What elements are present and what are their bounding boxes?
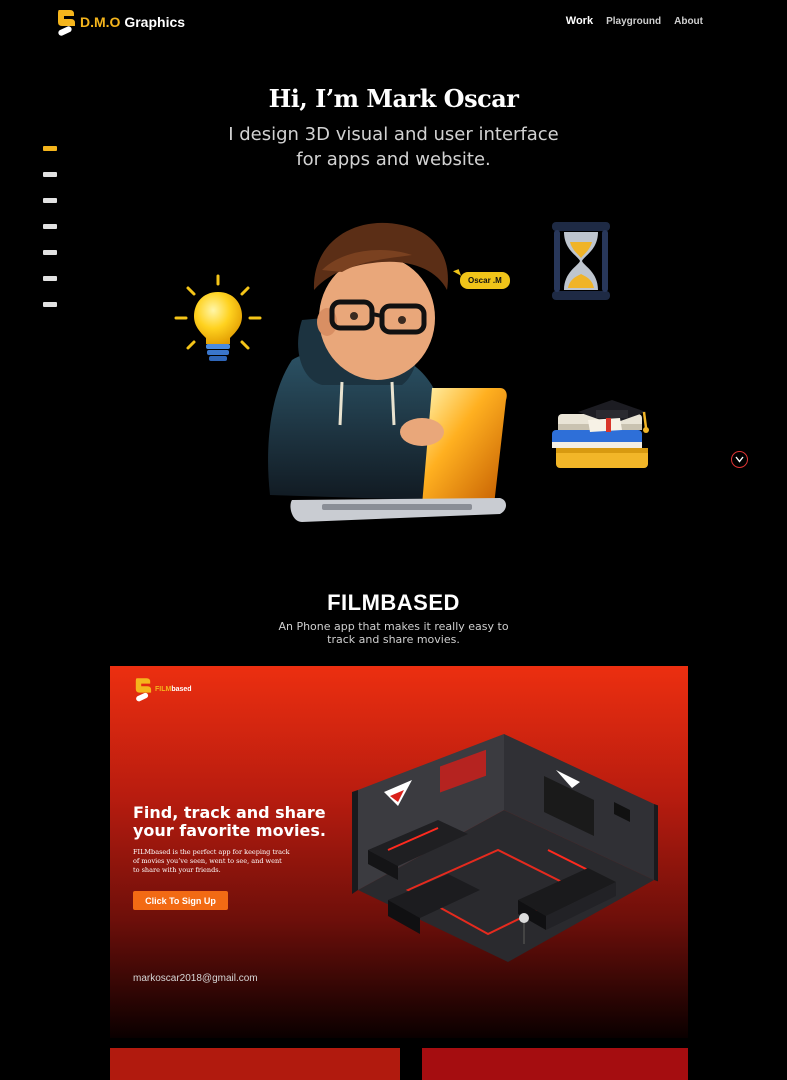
- scroll-down-button[interactable]: [731, 451, 748, 468]
- character-illustration: [268, 222, 507, 522]
- graduation-books-icon: [552, 400, 649, 468]
- card-brand-rest: based: [171, 685, 192, 693]
- section-indicator: [43, 146, 57, 307]
- top-nav: D.M.O Graphics Work Playground About: [0, 0, 787, 46]
- card-body-line2: of movies you’ve seen, went to see, and …: [133, 857, 282, 865]
- card-heading-line1: Find, track and share: [133, 803, 326, 822]
- brand-logo[interactable]: D.M.O Graphics: [56, 8, 185, 36]
- card-brand-name: FILMbased: [155, 686, 192, 693]
- sign-up-button[interactable]: Click To Sign Up: [133, 891, 228, 910]
- hourglass-icon: [552, 222, 610, 300]
- section-dot-3[interactable]: [43, 198, 57, 203]
- next-project-card-right[interactable]: [422, 1048, 688, 1080]
- section-dot-2[interactable]: [43, 172, 57, 177]
- project-title: FILMBASED: [327, 590, 460, 615]
- card-heading-line2: your favorite movies.: [133, 821, 326, 840]
- nav-link-work[interactable]: Work: [566, 15, 593, 27]
- hero-subtitle: I design 3D visual and user interface fo…: [0, 122, 787, 172]
- hero-title: Hi, I’m Mark Oscar: [268, 84, 519, 113]
- nav-link-playground[interactable]: Playground: [606, 16, 661, 27]
- project-card[interactable]: FILMbased Find, track and share your fav…: [110, 666, 688, 1038]
- nav-link-about[interactable]: About: [674, 16, 703, 27]
- card-heading: Find, track and share your favorite movi…: [133, 804, 326, 840]
- brand-name: D.M.O Graphics: [80, 14, 185, 30]
- project-description: An Phone app that makes it really easy t…: [0, 620, 787, 646]
- card-brand-logo: FILMbased: [134, 676, 192, 702]
- hero-subtitle-line1: I design 3D visual and user interface: [228, 124, 559, 145]
- section-dot-4[interactable]: [43, 224, 57, 229]
- hero-subtitle-line2: for apps and website.: [296, 149, 491, 170]
- section-dot-7[interactable]: [43, 302, 57, 307]
- logo-mark-icon: [58, 10, 75, 36]
- project-description-line1: An Phone app that makes it really easy t…: [278, 620, 509, 633]
- section-dot-1[interactable]: [43, 146, 57, 151]
- card-body-line3: to share with your friends.: [133, 866, 221, 874]
- lightbulb-icon: [174, 274, 262, 361]
- film-logo-icon: [135, 678, 152, 702]
- character-name-tag: Oscar .M: [460, 272, 510, 289]
- section-dot-6[interactable]: [43, 276, 57, 281]
- nav-links: Work Playground About: [566, 15, 703, 27]
- brand-name-rest: Graphics: [120, 14, 186, 30]
- room-illustration: [352, 734, 658, 962]
- card-body-text: FILMbased is the perfect app for keeping…: [133, 848, 308, 875]
- card-brand-accent: FILM: [155, 685, 172, 693]
- card-body-line1: FILMbased is the perfect app for keeping…: [133, 848, 290, 856]
- project-description-line2: track and share movies.: [327, 633, 460, 646]
- brand-name-accent: D.M.O: [80, 14, 121, 30]
- section-dot-5[interactable]: [43, 250, 57, 255]
- chevron-down-icon: [735, 456, 744, 463]
- next-project-card-left[interactable]: [110, 1048, 400, 1080]
- contact-email[interactable]: markoscar2018@gmail.com: [133, 973, 258, 984]
